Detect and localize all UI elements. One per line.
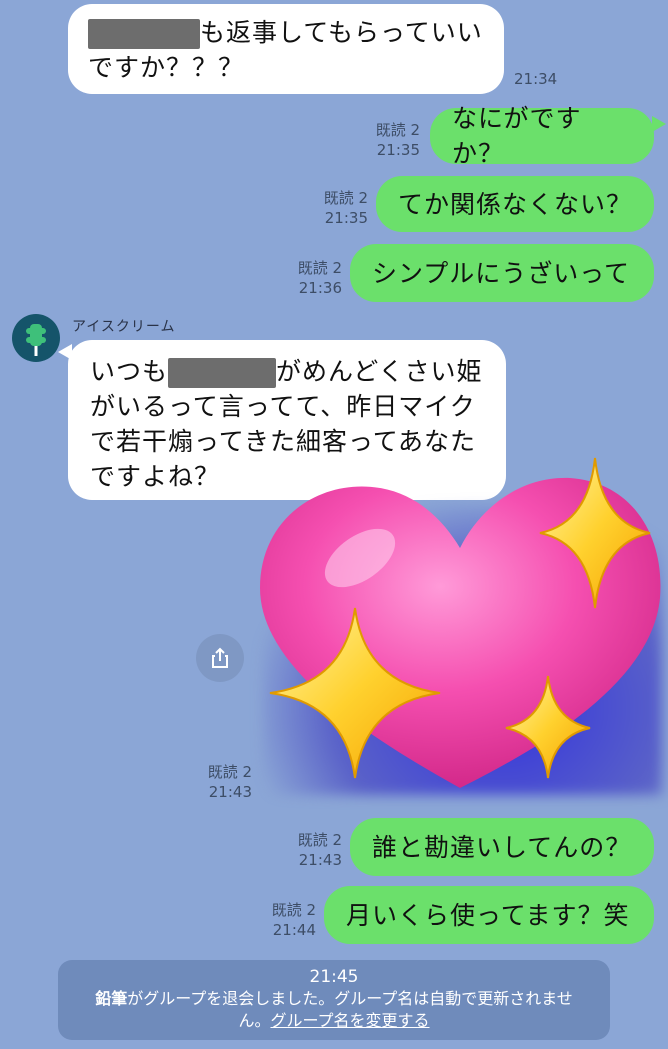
notice-message: ん。 [238, 1011, 271, 1030]
ice-cream-icon [26, 324, 46, 356]
sender-name[interactable]: アイスクリーム [72, 316, 175, 336]
message-text: シンプルにうざいって [372, 258, 631, 288]
message-time: 21:35 [324, 209, 368, 227]
rename-group-link[interactable]: グループ名を変更する [270, 1011, 429, 1030]
message-line: いつも がめんどくさい姫 [90, 354, 484, 389]
read-receipt: 既読 2 [375, 121, 420, 139]
read-receipt: 既読 2 [297, 259, 342, 277]
message-text: いつも [90, 357, 169, 386]
message-line: も返事してもらっていい [88, 15, 484, 50]
bubble-tail [652, 116, 666, 132]
notice-message: がグループを退会しました。グループ名は自動で更新されませ [127, 989, 573, 1008]
message-text: 月いくら使ってます？笑 [346, 900, 630, 930]
share-icon [212, 647, 228, 668]
notice-text: 鉛筆がグループを退会しました。グループ名は自動で更新されませ [72, 988, 596, 1010]
notice-text: ん。グループ名を変更する [72, 1010, 596, 1032]
outgoing-message-bubble[interactable]: シンプルにうざいって [350, 244, 654, 302]
message-meta: 既読 2 21:44 [252, 900, 316, 940]
message-meta: 既読 2 21:35 [360, 120, 420, 160]
read-receipt: 既読 2 [271, 901, 316, 919]
message-time: 21:34 [514, 70, 558, 88]
incoming-message-bubble[interactable]: も返事してもらっていい ですか？？？ [68, 4, 504, 94]
message-meta: 既読 2 21:43 [280, 830, 342, 870]
outgoing-message-bubble[interactable]: 月いくら使ってます？笑 [324, 886, 654, 944]
system-notice: 21:45 鉛筆がグループを退会しました。グループ名は自動で更新されませ ん。グ… [58, 960, 610, 1040]
message-text: てか関係なくない？ [398, 189, 633, 219]
message-time: 21:35 [376, 141, 420, 159]
avatar[interactable] [12, 314, 60, 362]
outgoing-message-bubble[interactable]: てか関係なくない？ [376, 176, 654, 232]
message-meta: 既読 2 21:35 [306, 188, 368, 228]
message-text: 誰と勘違いしてんの？ [372, 832, 632, 862]
notice-time: 21:45 [309, 967, 359, 987]
outgoing-message-bubble[interactable]: 誰と勘違いしてんの？ [350, 818, 654, 876]
read-receipt: 既読 2 [323, 189, 368, 207]
message-time: 21:44 [272, 921, 316, 939]
read-receipt: 既読 2 [297, 831, 342, 849]
message-text: がめんどくさい姫 [276, 357, 483, 386]
message-text: ですか？？？ [88, 53, 245, 82]
message-text: がいるって言ってて、昨日マイク [90, 392, 476, 421]
redacted-name [168, 358, 277, 388]
message-time: 21:36 [298, 279, 342, 297]
share-button[interactable] [196, 634, 244, 682]
message-meta: 既読 2 21:36 [280, 258, 342, 298]
message-text: も返事してもらっていい [200, 18, 483, 47]
leaving-member-name: 鉛筆 [95, 989, 128, 1008]
outgoing-message-bubble[interactable]: なにがですか？ [430, 104, 654, 168]
message-time: 21:43 [298, 851, 342, 869]
message-text: なにがですか？ [452, 104, 582, 168]
redacted-name [88, 19, 200, 49]
sparkling-heart-icon[interactable] [240, 448, 668, 820]
